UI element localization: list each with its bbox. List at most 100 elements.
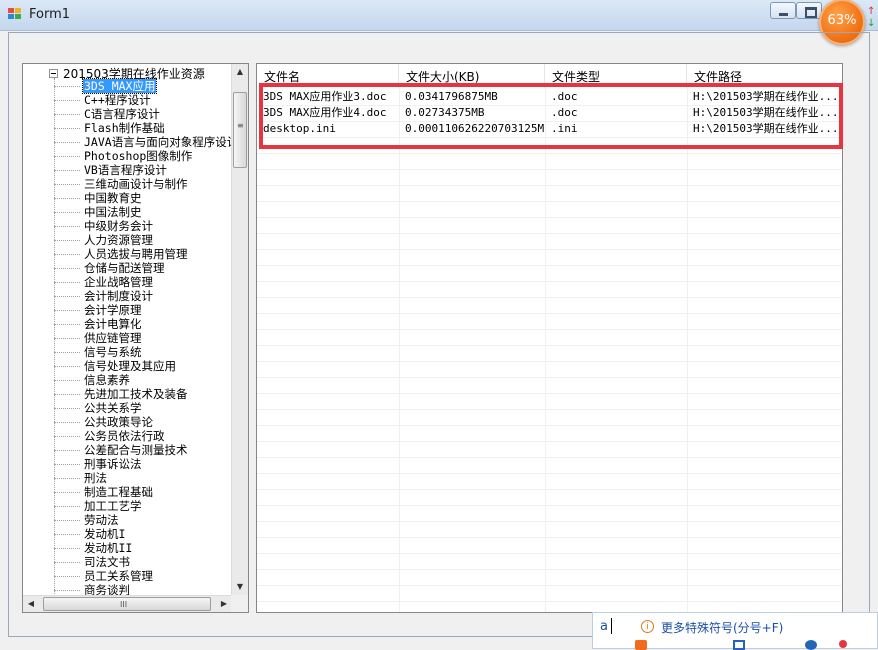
tree-connector-line	[54, 520, 80, 521]
tree-node-label: C++程序设计	[84, 93, 151, 107]
tree-node-label: C语言程序设计	[84, 107, 160, 121]
tree-content: 201503学期在线作业资源 3DS MAX应用 C++程序设计 C语言程序设计 Fl…	[23, 64, 232, 595]
tree-connector-line	[54, 324, 80, 325]
grid-line	[257, 585, 842, 586]
upload-arrow-icon: ↑	[867, 6, 876, 17]
grid-line	[257, 137, 842, 138]
tree-connector-line	[54, 240, 80, 241]
thumb-grip-icon: ≡	[237, 121, 244, 130]
tree-connector-line	[54, 352, 80, 353]
cell-filetype: .doc	[551, 90, 578, 103]
cell-filename: 3DS MAX应用作业4.doc	[263, 106, 387, 119]
horizontal-scroll-thumb[interactable]: III	[43, 597, 211, 611]
tree-connector-line	[54, 422, 80, 423]
grid-line	[257, 505, 842, 506]
grid-line	[257, 425, 842, 426]
cell-filepath: H:\201503学期在线作业...	[693, 106, 839, 119]
tree-connector-line	[54, 590, 80, 591]
tree-node-label: 先进加工技术及装备	[84, 387, 188, 401]
tree-connector-line	[54, 562, 80, 563]
tree-connector-line	[54, 156, 80, 157]
grid-line	[257, 601, 842, 602]
grid-line	[257, 489, 842, 490]
tree-node-label: 发动机II	[84, 541, 133, 555]
tree-node-label: 公差配合与测量技术	[84, 443, 188, 457]
tree-node-label: 中国教育史	[84, 191, 142, 205]
tree-horizontal-scrollbar[interactable]: ◀ III ▶	[23, 595, 232, 612]
tree-connector-line	[54, 478, 80, 479]
tree-connector-line	[54, 212, 80, 213]
tree-node-label: JAVA语言与面向对象程序设计	[84, 135, 232, 149]
grid-line	[545, 88, 546, 612]
ime-hint-link[interactable]: 更多特殊符号(分号+F)	[661, 619, 783, 636]
tree-node-label: 商务谈判	[84, 583, 130, 595]
vertical-scroll-thumb[interactable]: ≡	[233, 92, 247, 168]
tree-connector-line	[54, 282, 80, 283]
grid-line	[399, 88, 400, 612]
scroll-down-button[interactable]: ▼	[232, 579, 248, 595]
tree-connector-line	[54, 464, 80, 465]
grid-line	[257, 537, 842, 538]
grid-line	[257, 521, 842, 522]
tree-node-label: 中国法制史	[84, 205, 142, 219]
scroll-up-button[interactable]: ▲	[232, 64, 248, 80]
tree-connector-line	[54, 492, 80, 493]
ime-caret	[611, 618, 612, 634]
minimize-button[interactable]	[770, 2, 796, 19]
tree-connector-line	[54, 338, 80, 339]
file-row[interactable]: 3DS MAX应用作业4.doc 0.02734375MB .doc H:\20150…	[257, 105, 842, 121]
column-header-filetype[interactable]: 文件类型	[545, 64, 687, 88]
column-header-filepath[interactable]: 文件路径	[687, 64, 842, 88]
tree-connector-line	[54, 100, 80, 101]
grid-line	[257, 569, 842, 570]
tree-node-label: 公共关系学	[84, 401, 142, 415]
grid-line	[257, 281, 842, 282]
title-bar: Form1	[0, 0, 878, 31]
scroll-right-button[interactable]: ▶	[216, 596, 232, 612]
column-header-filesize[interactable]: 文件大小(KB)	[399, 64, 545, 88]
grid-line	[257, 409, 842, 410]
grid-line	[257, 217, 842, 218]
tree-connector-line	[54, 184, 80, 185]
file-row[interactable]: desktop.ini 0.000110626220703125MB .ini H:\…	[257, 121, 842, 137]
tree-node-label: 供应链管理	[84, 331, 142, 345]
tree-connector-line	[54, 170, 80, 171]
collapse-toggle-icon[interactable]	[49, 69, 58, 78]
maximize-button[interactable]	[796, 2, 822, 19]
tree-vertical-scrollbar[interactable]: ▲ ≡ ▼	[231, 64, 248, 595]
ime-composition-text: a	[600, 619, 608, 634]
tree-node-label: 公共政策导论	[84, 415, 153, 429]
tree-node-label: 人员选拔与聘用管理	[84, 247, 188, 261]
tree-connector-line	[54, 86, 80, 87]
tree-connector-line	[54, 450, 80, 451]
grid-line	[257, 553, 842, 554]
grid-line	[687, 88, 688, 612]
thumb-grip-icon: III	[120, 600, 128, 609]
tree-connector-line	[54, 436, 80, 437]
tree-connector-line	[54, 254, 80, 255]
tree-connector-line	[54, 394, 80, 395]
ime-candidate-window[interactable]: a i 更多特殊符号(分号+F)	[592, 612, 878, 650]
tree-node-label: 信号处理及其应用	[84, 359, 176, 373]
notification-dot-icon	[839, 640, 847, 648]
tree-node-label: 会计制度设计	[84, 289, 153, 303]
grid-line	[257, 361, 842, 362]
course-tree-view[interactable]: 201503学期在线作业资源 3DS MAX应用 C++程序设计 C语言程序设计 Fl…	[22, 63, 249, 613]
column-header-filename[interactable]: 文件名	[257, 64, 399, 88]
tree-node-label: 仓储与配送管理	[84, 261, 165, 275]
tree-node-label: 加工工艺学	[84, 499, 142, 513]
file-row[interactable]: 3DS MAX应用作业3.doc 0.0341796875MB .doc H:\201…	[257, 89, 842, 105]
tree-node-label: Flash制作基础	[84, 121, 165, 135]
tree-connector-line	[54, 296, 80, 297]
cell-filesize: 0.000110626220703125MB	[405, 122, 545, 135]
tree-connector-line	[54, 226, 80, 227]
tree-node-label: 信息素养	[84, 373, 130, 387]
scroll-left-button[interactable]: ◀	[23, 596, 39, 612]
grid-line	[257, 313, 842, 314]
tree-node-label: 司法文书	[84, 555, 130, 569]
tree-connector-line	[54, 576, 80, 577]
file-list-view[interactable]: 文件名 文件大小(KB) 文件类型 文件路径 3DS MAX应用作业3.doc 0…	[256, 63, 843, 613]
tree-connector-line	[54, 128, 80, 129]
cell-filename: 3DS MAX应用作业3.doc	[263, 90, 387, 103]
grid-line	[257, 377, 842, 378]
